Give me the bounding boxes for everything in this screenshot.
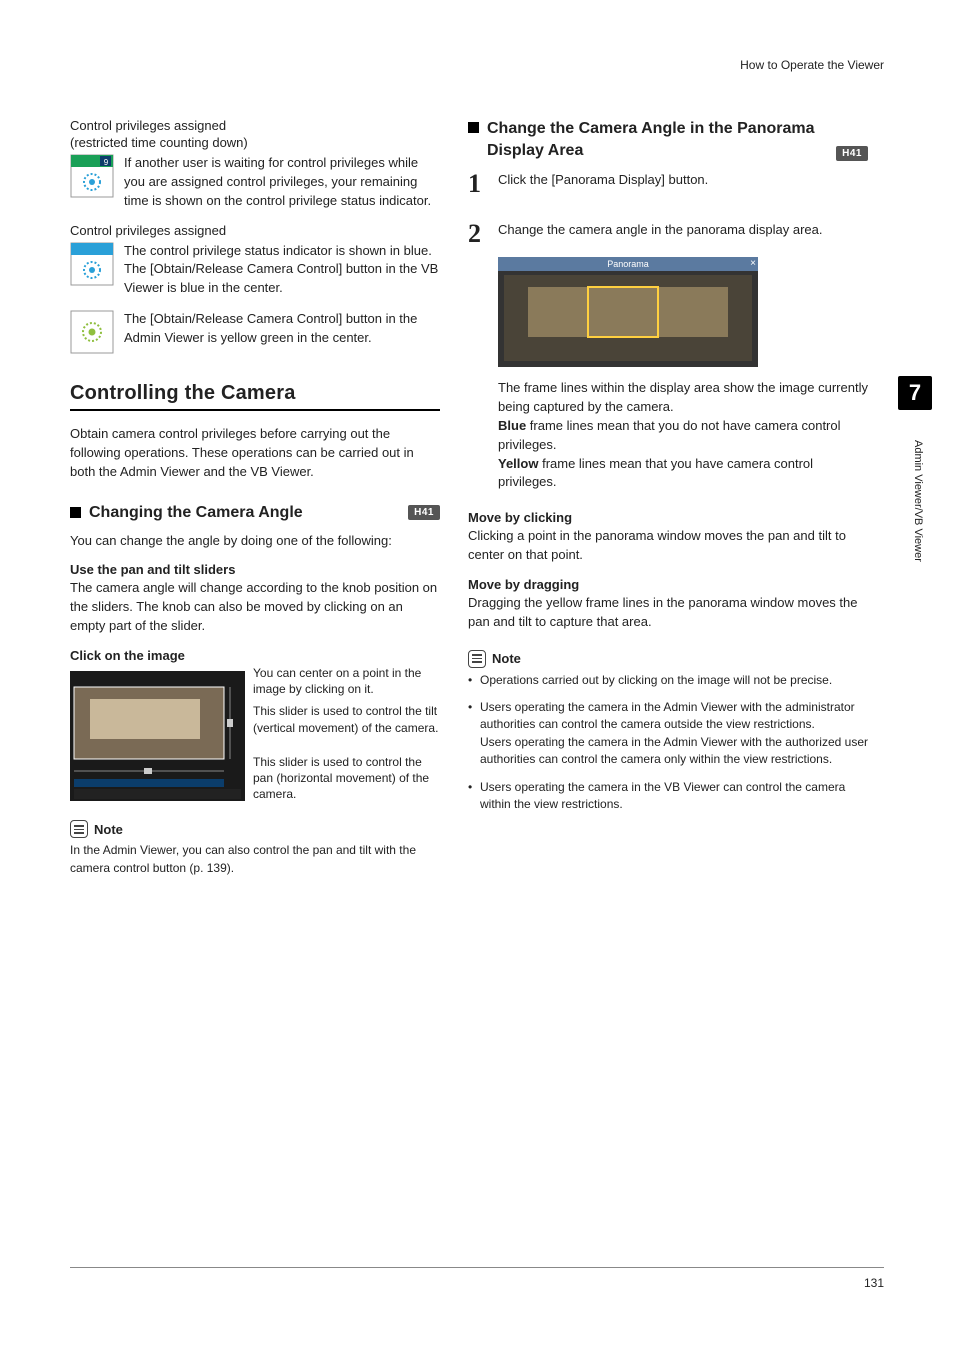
text-group: The control privilege status indicator i… — [124, 242, 440, 299]
bold-word: Yellow — [498, 456, 538, 471]
chapter-label: Admin Viewer/VB Viewer — [912, 440, 924, 562]
viewer-screenshot — [70, 671, 245, 801]
sub-heading: Use the pan and tilt sliders — [70, 562, 440, 577]
note-icon — [468, 650, 486, 668]
note-label: Note — [94, 822, 123, 837]
body-text: The control privilege status indicator i… — [124, 242, 440, 261]
section-heading: Control privileges assigned — [70, 223, 440, 238]
status-indicator-blue-icon — [70, 242, 114, 286]
h2-heading: Controlling the Camera — [70, 382, 440, 405]
status-indicator-countdown-icon: 9 — [70, 154, 114, 198]
page: How to Operate the Viewer Control privil… — [0, 0, 954, 1350]
bold-word: Blue — [498, 418, 526, 433]
body-text: The [Obtain/Release Camera Control] butt… — [124, 310, 440, 354]
step-2: 2 Change the camera angle in the panoram… — [468, 221, 868, 247]
step-text: Change the camera angle in the panorama … — [498, 221, 823, 247]
body-text: The camera angle will change according t… — [70, 579, 440, 636]
bullet-item: Operations carried out by clicking on th… — [468, 672, 868, 689]
body-text: You can change the angle by doing one of… — [70, 532, 440, 551]
panorama-screenshot: Panorama × — [498, 257, 758, 367]
status-indicator-green-icon — [70, 310, 114, 354]
body-text: The [Obtain/Release Camera Control] butt… — [124, 260, 440, 298]
svg-text:9: 9 — [104, 158, 109, 167]
icon-text-block: 9 If another user is waiting for control… — [70, 154, 440, 211]
sub-heading: Move by dragging — [468, 577, 868, 592]
sub-heading: Click on the image — [70, 648, 440, 663]
square-bullet-icon — [70, 507, 81, 518]
page-number: 131 — [864, 1276, 884, 1290]
running-header: How to Operate the Viewer — [740, 58, 884, 72]
annotation-text: This slider is used to control the tilt … — [253, 703, 440, 735]
annotated-image-row: You can center on a point in the image b… — [70, 665, 440, 802]
h3-row: Changing the Camera Angle H41 — [70, 504, 440, 522]
model-tag: H41 — [836, 146, 868, 161]
caption-rest: frame lines mean that you have camera co… — [498, 456, 813, 490]
h3-row: Change the Camera Angle in the Panorama … — [468, 118, 868, 161]
right-column: Change the Camera Angle in the Panorama … — [468, 118, 868, 877]
icon-text-block: The control privilege status indicator i… — [70, 242, 440, 299]
footer-rule — [70, 1267, 884, 1268]
caption-text: The frame lines within the display area … — [498, 379, 868, 417]
note-body: In the Admin Viewer, you can also contro… — [70, 842, 440, 877]
step-number: 1 — [468, 171, 488, 197]
icon-text-block: The [Obtain/Release Camera Control] butt… — [70, 310, 440, 354]
sub-heading: Move by clicking — [468, 510, 868, 525]
chapter-tab: 7 — [898, 376, 932, 410]
h2-rule — [70, 409, 440, 411]
note-header: Note — [468, 650, 868, 668]
h3-heading: Changing the Camera Angle — [89, 504, 400, 522]
body-text: Dragging the yellow frame lines in the p… — [468, 594, 868, 632]
note-header: Note — [70, 820, 440, 838]
step-1: 1 Click the [Panorama Display] button. — [468, 171, 868, 197]
h3-heading: Change the Camera Angle in the Panorama … — [487, 118, 828, 161]
body-text: Clicking a point in the panorama window … — [468, 527, 868, 565]
body-text: Obtain camera control privileges before … — [70, 425, 440, 482]
bullet-item: Users operating the camera in the Admin … — [468, 699, 868, 769]
left-column: Control privileges assigned (restricted … — [70, 118, 440, 877]
caption-text: Yellow frame lines mean that you have ca… — [498, 455, 868, 493]
caption-text: Blue frame lines mean that you do not ha… — [498, 417, 868, 455]
bullet-text: Users operating the camera in the Admin … — [480, 735, 868, 766]
square-bullet-icon — [468, 122, 479, 133]
step-text: Click the [Panorama Display] button. — [498, 171, 708, 197]
note-bullets: Operations carried out by clicking on th… — [468, 672, 868, 814]
section-subheading: (restricted time counting down) — [70, 135, 440, 150]
note-label: Note — [492, 651, 521, 666]
body-text: If another user is waiting for control p… — [124, 154, 440, 211]
note-icon — [70, 820, 88, 838]
annotation-text: This slider is used to control the pan (… — [253, 754, 440, 803]
annotation-text: You can center on a point in the image b… — [253, 665, 440, 697]
section-heading: Control privileges assigned — [70, 118, 440, 133]
annotation-column: You can center on a point in the image b… — [253, 665, 440, 802]
model-tag: H41 — [408, 505, 440, 520]
bullet-item: Users operating the camera in the VB Vie… — [468, 779, 868, 814]
two-column-layout: Control privileges assigned (restricted … — [70, 118, 898, 877]
bullet-text: Users operating the camera in the Admin … — [480, 700, 855, 731]
step-number: 2 — [468, 221, 488, 247]
caption-rest: frame lines mean that you do not have ca… — [498, 418, 841, 452]
